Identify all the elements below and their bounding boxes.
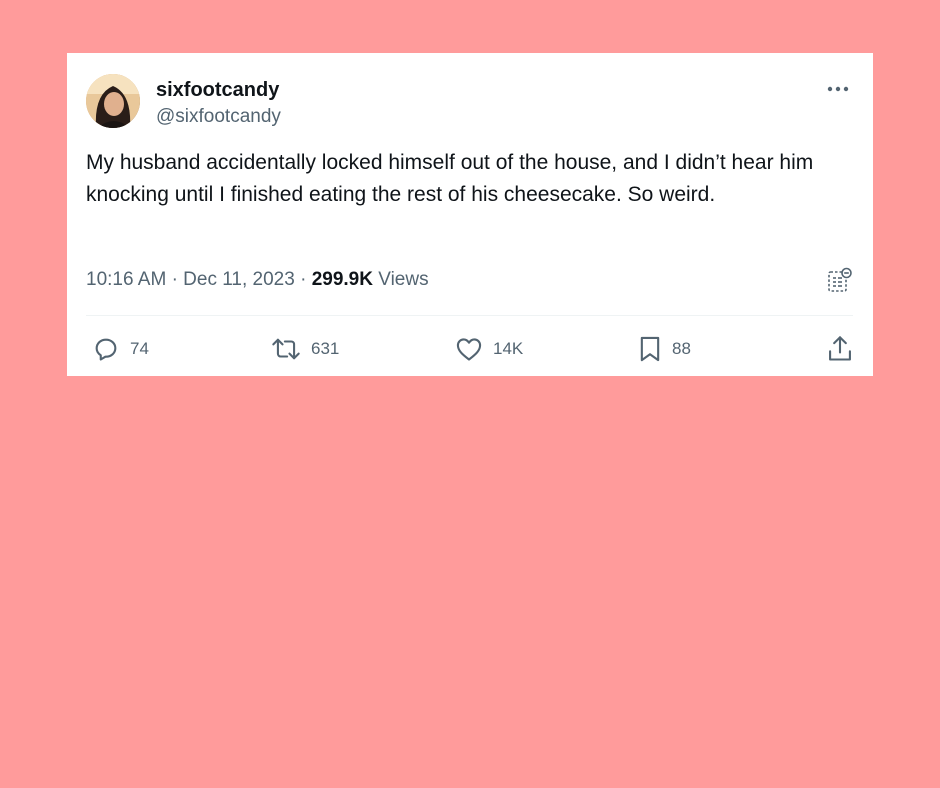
- heart-icon: [456, 338, 482, 361]
- reply-count: 74: [130, 339, 149, 358]
- author-names: sixfootcandy @sixfootcandy: [156, 78, 281, 129]
- tweet-date[interactable]: Dec 11, 2023: [183, 269, 295, 290]
- analytics-button[interactable]: [827, 267, 853, 293]
- bookmark-icon: [640, 336, 660, 362]
- reply-icon: [95, 338, 117, 361]
- like-button[interactable]: 14K: [455, 334, 523, 364]
- more-options-button[interactable]: [825, 76, 851, 102]
- share-button[interactable]: [827, 334, 853, 364]
- like-count: 14K: [493, 339, 524, 358]
- more-horizontal-icon: [827, 86, 849, 92]
- analytics-icon: [828, 267, 852, 292]
- user-handle[interactable]: @sixfootcandy: [156, 105, 281, 129]
- tweet-card: sixfootcandy @sixfootcandy My husband ac…: [67, 53, 873, 376]
- tweet-text: My husband accidentally locked himself o…: [86, 151, 814, 206]
- tweet-time[interactable]: 10:16 AM: [86, 269, 166, 290]
- retweet-icon: [272, 338, 300, 360]
- retweet-button[interactable]: 631: [271, 334, 339, 364]
- meta-separator: ·: [300, 269, 307, 290]
- meta-separator: ·: [171, 269, 178, 290]
- avatar[interactable]: [86, 74, 140, 128]
- divider: [86, 315, 853, 316]
- display-name[interactable]: sixfootcandy: [156, 78, 281, 102]
- views-count: 299.9K: [311, 269, 373, 290]
- reply-button[interactable]: 74: [92, 334, 149, 364]
- bookmark-button[interactable]: 88: [638, 334, 691, 364]
- tweet-header: sixfootcandy @sixfootcandy: [86, 74, 853, 130]
- retweet-count: 631: [311, 339, 340, 358]
- views-label: Views: [378, 269, 429, 290]
- bookmark-count: 88: [672, 339, 691, 358]
- share-icon: [829, 336, 851, 361]
- tweet-meta: 10:16 AM · Dec 11, 2023 · 299.9K Views: [86, 265, 853, 295]
- tweet-actions: 74 631 14K 88: [86, 334, 853, 364]
